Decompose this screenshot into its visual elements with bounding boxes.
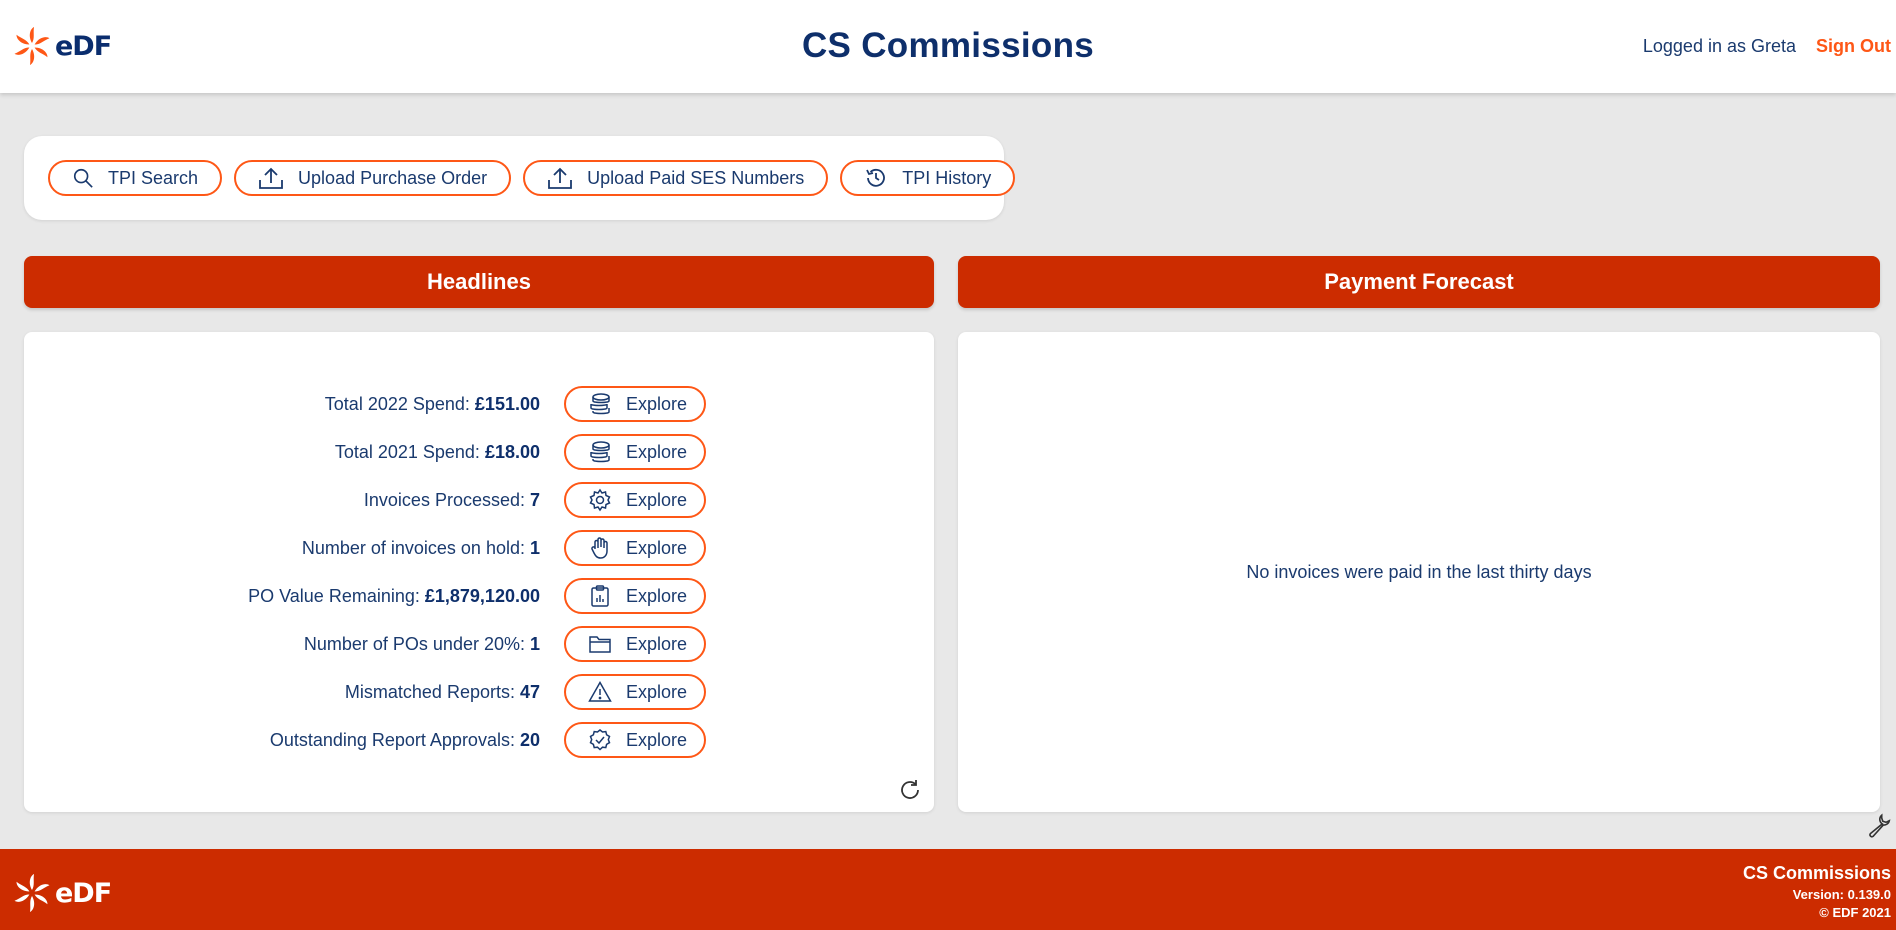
headline-label: Mismatched Reports: 47 [344, 682, 540, 702]
action-toolbar: TPI Search Upload Purchase Order Upload … [24, 136, 1016, 220]
headlines-banner: Headlines [24, 256, 934, 308]
history-icon [866, 168, 886, 187]
search-icon [73, 168, 93, 188]
headline-label: Number of invoices on hold: 1 [301, 538, 540, 558]
explore-button[interactable]: Explore [564, 578, 706, 614]
warning-icon [588, 680, 612, 702]
logged-in-user: Logged in as Greta [1642, 36, 1796, 56]
upload-icon [548, 167, 573, 189]
explore-button[interactable]: Explore [564, 434, 706, 470]
headline-row: Total 2021 Spend: £18.00 Explore [24, 434, 934, 470]
headline-row: Number of POs under 20%: 1 Explore [24, 626, 934, 662]
headline-value: £151.00 [474, 394, 540, 414]
wrench-icon[interactable] [1866, 812, 1892, 838]
payment-forecast-panel: No invoices were paid in the last thirty… [958, 332, 1880, 812]
explore-label: Explore [626, 537, 688, 558]
headline-value: 1 [529, 538, 540, 558]
explore-button[interactable]: Explore [564, 674, 706, 710]
edf-flower-icon [14, 874, 50, 912]
footer-title: CS Commissions [1742, 863, 1891, 883]
headline-label: Total 2021 Spend: £18.00 [334, 442, 540, 462]
upload-paid-ses-button[interactable]: Upload Paid SES Numbers [523, 160, 829, 196]
edf-logo: eDF [12, 873, 112, 913]
headline-value: £1,879,120.00 [424, 586, 540, 606]
app-footer: eDF CS Commissions Version: 0.139.0 © ED… [0, 849, 1896, 930]
explore-button[interactable]: Explore [564, 722, 706, 758]
upload-paid-ses-label: Upload Paid SES Numbers [587, 167, 805, 188]
sign-out-link[interactable]: Sign Out [1816, 36, 1891, 57]
headline-row: Mismatched Reports: 47 Explore [24, 674, 934, 710]
badge-check-icon [589, 729, 611, 751]
headline-value: 1 [529, 634, 540, 654]
explore-label: Explore [626, 585, 688, 606]
explore-button[interactable]: Explore [564, 482, 706, 518]
headline-row: Total 2022 Spend: £151.00 Explore [24, 386, 934, 422]
version-label: Version: 0.139.0 [1792, 887, 1891, 902]
upload-purchase-order-button[interactable]: Upload Purchase Order [234, 160, 512, 196]
headline-value: 7 [529, 490, 540, 510]
tpi-search-label: TPI Search [108, 167, 199, 188]
explore-button[interactable]: Explore [564, 386, 706, 422]
headlines-title: Headlines [427, 269, 531, 294]
explore-label: Explore [626, 729, 688, 750]
headline-label: PO Value Remaining: £1,879,120.00 [248, 586, 540, 606]
headline-row: PO Value Remaining: £1,879,120.00 Explor… [24, 578, 934, 614]
coins-icon [590, 441, 610, 463]
headline-label: Number of POs under 20%: 1 [303, 634, 540, 654]
explore-label: Explore [626, 489, 688, 510]
tpi-history-label: TPI History [902, 167, 992, 188]
empty-message: No invoices were paid in the last thirty… [1246, 562, 1592, 582]
upload-purchase-order-label: Upload Purchase Order [298, 167, 488, 188]
headline-label: Invoices Processed: 7 [363, 490, 540, 510]
explore-button[interactable]: Explore [564, 626, 706, 662]
headline-label: Outstanding Report Approvals: 20 [269, 730, 540, 750]
copyright-label: © EDF 2021 [1819, 905, 1891, 920]
payment-forecast-banner: Payment Forecast [958, 256, 1880, 308]
footer-info: CS Commissions Version: 0.139.0 © EDF 20… [1743, 863, 1891, 920]
explore-button[interactable]: Explore [564, 530, 706, 566]
upload-icon [259, 167, 283, 189]
gear-icon [589, 488, 611, 512]
headline-value: 20 [519, 730, 540, 750]
app-header: eDF CS Commissions Logged in as Greta Si… [0, 0, 1896, 93]
clipboard-chart-icon [591, 585, 609, 607]
explore-label: Explore [626, 441, 688, 462]
coins-icon [590, 393, 610, 415]
headline-row: Invoices Processed: 7 Explore [24, 482, 934, 518]
tpi-history-button[interactable]: TPI History [840, 160, 1016, 196]
hand-icon [591, 537, 608, 559]
tpi-search-button[interactable]: TPI Search [48, 160, 223, 196]
explore-label: Explore [626, 633, 688, 654]
explore-label: Explore [626, 393, 688, 414]
headline-row: Outstanding Report Approvals: 20 Explore [24, 722, 934, 758]
headline-value: £18.00 [484, 442, 540, 462]
payment-forecast-title: Payment Forecast [1324, 269, 1514, 294]
headlines-panel: Total 2022 Spend: £151.00 Explore Total … [24, 332, 934, 812]
logo-text: eDF [55, 877, 112, 909]
explore-label: Explore [626, 681, 688, 702]
folder-icon [589, 636, 611, 653]
headline-row: Number of invoices on hold: 1 Explore [24, 530, 934, 566]
page-title: CS Commissions [801, 26, 1095, 65]
refresh-icon[interactable] [898, 778, 922, 802]
headline-value: 47 [519, 682, 540, 702]
headline-label: Total 2022 Spend: £151.00 [324, 394, 540, 414]
